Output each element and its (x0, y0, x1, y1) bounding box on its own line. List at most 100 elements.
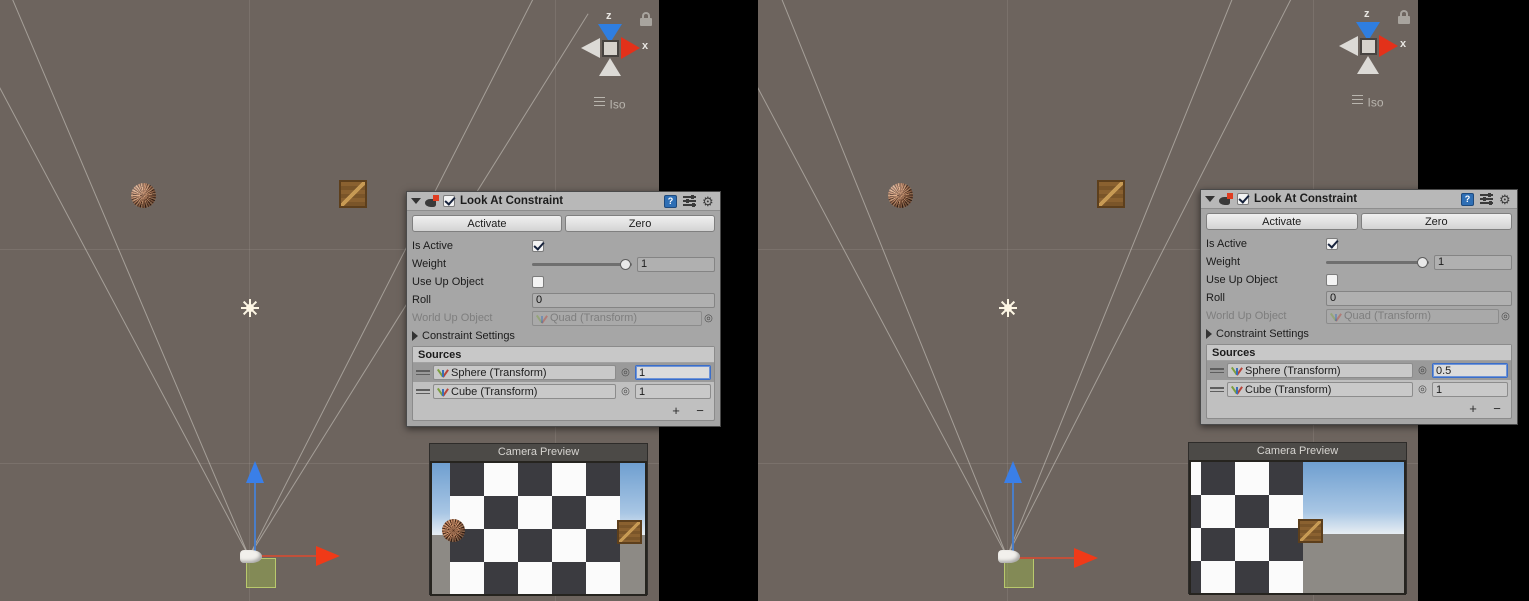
constraint-settings-foldout[interactable]: Constraint Settings (412, 327, 715, 344)
header-icon-group: ? ⚙ (1461, 193, 1512, 206)
object-picker-icon: ◎ (1499, 311, 1512, 322)
roll-value-field[interactable]: 0 (532, 293, 715, 308)
source-row-sphere[interactable]: Sphere (Transform) ◎ 0.5 (1207, 361, 1511, 380)
source-object-field[interactable]: Cube (Transform) (1227, 382, 1413, 397)
scene-object-light[interactable] (240, 298, 260, 318)
checkerboard-floor (450, 463, 620, 595)
object-picker-icon[interactable]: ◎ (619, 386, 632, 397)
object-picker-icon[interactable]: ◎ (1416, 384, 1429, 395)
source-object-field[interactable]: Cube (Transform) (433, 384, 616, 399)
axis-x-negative-cone[interactable] (1339, 36, 1358, 56)
camera-preview-left: Camera Preview (429, 443, 648, 595)
use-up-object-checkbox[interactable] (532, 276, 544, 288)
view-gizmo-center[interactable] (1360, 38, 1377, 55)
is-active-checkbox[interactable] (1326, 238, 1338, 250)
weight-slider[interactable] (532, 257, 632, 271)
scene-object-light[interactable] (998, 298, 1018, 318)
axis-x-positive-cone[interactable] (1379, 35, 1398, 57)
projection-mode-toggle[interactable]: Iso (1318, 92, 1418, 110)
remove-source-button[interactable]: − (1485, 401, 1509, 416)
chevron-down-icon[interactable] (1205, 196, 1215, 202)
constraint-settings-foldout[interactable]: Constraint Settings (1206, 325, 1512, 342)
component-header[interactable]: Look At Constraint ? ⚙ (1201, 190, 1517, 209)
scene-view-gizmo[interactable]: z x Iso (1318, 0, 1418, 110)
source-weight-field[interactable]: 1 (1432, 382, 1508, 397)
scene-object-camera[interactable] (998, 550, 1020, 563)
axis-x-positive-cone[interactable] (621, 37, 640, 59)
source-row-sphere[interactable]: Sphere (Transform) ◎ 1 (413, 363, 714, 382)
axis-z-label: z (1364, 8, 1370, 20)
chevron-down-icon[interactable] (411, 198, 421, 204)
projection-mode-label: Iso (1367, 96, 1383, 110)
scene-object-sphere[interactable] (131, 183, 156, 208)
scene-object-cube[interactable] (339, 180, 367, 208)
zero-button[interactable]: Zero (565, 215, 715, 232)
lock-icon[interactable] (1398, 10, 1410, 24)
drag-handle-icon[interactable] (416, 389, 430, 394)
chevron-right-icon[interactable] (1206, 329, 1212, 339)
axis-z-negative-cone[interactable] (1357, 56, 1379, 74)
drag-handle-icon[interactable] (1210, 368, 1224, 373)
weight-value-field[interactable]: 1 (1434, 255, 1512, 270)
activate-button[interactable]: Activate (1206, 213, 1358, 230)
world-up-object-field: Quad (Transform) (532, 311, 702, 326)
source-weight-field[interactable]: 0.5 (1432, 363, 1508, 378)
sources-footer: + − (1207, 399, 1511, 418)
action-button-row: Activate Zero (412, 215, 715, 232)
source-object-name: Sphere (Transform) (451, 367, 547, 379)
preset-icon[interactable] (683, 195, 696, 207)
transform-icon (437, 386, 449, 397)
add-source-button[interactable]: + (664, 403, 688, 418)
checkerboard-floor (1189, 462, 1303, 594)
constraint-settings-label: Constraint Settings (1216, 328, 1309, 340)
drag-handle-icon[interactable] (416, 370, 430, 375)
gear-icon[interactable]: ⚙ (702, 195, 715, 208)
source-weight-field[interactable]: 1 (635, 365, 711, 380)
component-enabled-checkbox[interactable] (1237, 193, 1249, 205)
zero-button[interactable]: Zero (1361, 213, 1513, 230)
gear-icon[interactable]: ⚙ (1499, 193, 1512, 206)
weight-slider[interactable] (1326, 255, 1429, 269)
source-row-cube[interactable]: Cube (Transform) ◎ 1 (413, 382, 714, 401)
component-header[interactable]: Look At Constraint ? ⚙ (407, 192, 720, 211)
axis-z-negative-cone[interactable] (599, 58, 621, 76)
is-active-checkbox[interactable] (532, 240, 544, 252)
axis-z-stem (254, 478, 256, 556)
component-enabled-checkbox[interactable] (443, 195, 455, 207)
inspector-panel-right[interactable]: Look At Constraint ? ⚙ Activate Zero Is … (1200, 189, 1518, 425)
chevron-right-icon[interactable] (412, 331, 418, 341)
scene-object-camera[interactable] (240, 550, 262, 563)
scene-object-cube[interactable] (1097, 180, 1125, 208)
scene-view-gizmo[interactable]: z x Iso (560, 2, 659, 112)
remove-source-button[interactable]: − (688, 403, 712, 418)
source-row-cube[interactable]: Cube (Transform) ◎ 1 (1207, 380, 1511, 399)
scene-object-sphere[interactable] (888, 183, 913, 208)
source-object-field[interactable]: Sphere (Transform) (1227, 363, 1413, 378)
axis-x-stem (258, 555, 320, 557)
source-object-field[interactable]: Sphere (Transform) (433, 365, 616, 380)
add-source-button[interactable]: + (1461, 401, 1485, 416)
lock-icon[interactable] (640, 12, 652, 26)
axis-x-negative-cone[interactable] (581, 38, 600, 58)
drag-handle-icon[interactable] (1210, 387, 1224, 392)
sources-footer: + − (413, 401, 714, 420)
activate-button[interactable]: Activate (412, 215, 562, 232)
help-book-icon[interactable]: ? (664, 195, 677, 208)
weight-slider-knob[interactable] (1417, 257, 1428, 268)
object-picker-icon[interactable]: ◎ (1416, 365, 1429, 376)
inspector-panel-left[interactable]: Look At Constraint ? ⚙ Activate Zero Is … (406, 191, 721, 427)
object-picker-icon[interactable]: ◎ (619, 367, 632, 378)
roll-value-field[interactable]: 0 (1326, 291, 1512, 306)
preset-icon[interactable] (1480, 193, 1493, 205)
help-book-icon[interactable]: ? (1461, 193, 1474, 206)
transform-icon (1231, 384, 1243, 395)
axis-x-label: x (1400, 38, 1406, 50)
projection-mode-toggle[interactable]: Iso (560, 94, 659, 112)
weight-value-field[interactable]: 1 (637, 257, 715, 272)
weight-slider-knob[interactable] (620, 259, 631, 270)
source-weight-field[interactable]: 1 (635, 384, 711, 399)
use-up-object-checkbox[interactable] (1326, 274, 1338, 286)
view-gizmo-center[interactable] (602, 40, 619, 57)
projection-mode-label: Iso (609, 98, 625, 112)
axis-z-stem (1012, 478, 1014, 556)
